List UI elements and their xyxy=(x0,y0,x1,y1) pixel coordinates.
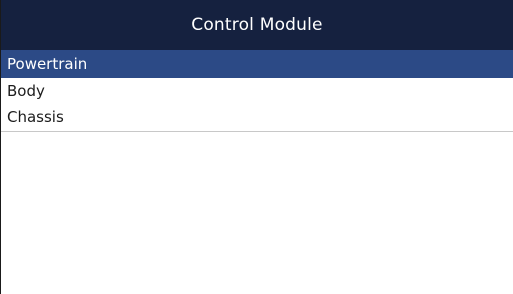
control-module-list: Powertrain Body Chassis xyxy=(1,50,513,132)
list-item-label: Body xyxy=(7,82,45,100)
list-item-label: Powertrain xyxy=(7,55,88,73)
list-divider xyxy=(1,131,513,132)
list-item-powertrain[interactable]: Powertrain xyxy=(1,50,513,78)
list-item-body[interactable]: Body xyxy=(1,78,513,104)
title-bar: Control Module xyxy=(1,0,513,50)
scan-tool-screen: Control Module Powertrain Body Chassis xyxy=(0,0,513,294)
list-item-chassis[interactable]: Chassis xyxy=(1,104,513,130)
list-item-label: Chassis xyxy=(7,108,64,126)
page-title: Control Module xyxy=(191,15,323,35)
